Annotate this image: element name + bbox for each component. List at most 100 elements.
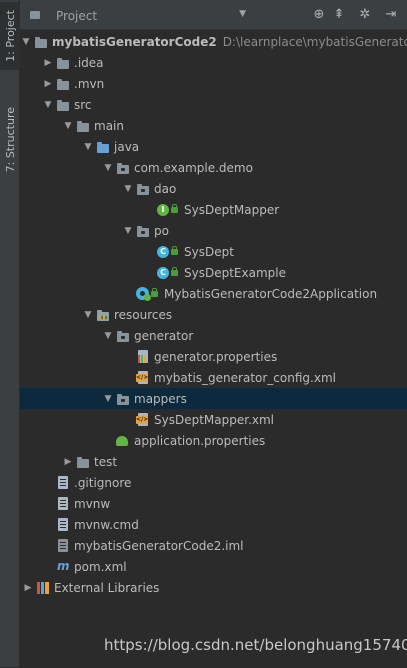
tree-row-label: main xyxy=(94,118,124,133)
tree-row[interactable]: ▼ mybatisGeneratorCode2 D:\learnplace\myba… xyxy=(20,31,407,52)
tree-row-label: SysDeptMapper.xml xyxy=(154,412,275,427)
tree-row-label: resources xyxy=(114,307,173,322)
tree-row-label: java xyxy=(114,139,140,154)
folder-icon xyxy=(56,56,70,70)
xml-file-icon: </> xyxy=(136,412,150,427)
libraries-icon xyxy=(36,581,50,595)
module-path: D:\learnplace\mybatisGenerator xyxy=(222,34,407,49)
collapse-arrow-icon[interactable]: ▶ xyxy=(42,58,54,68)
tree-row-label: src xyxy=(74,97,92,112)
project-view-label: Project xyxy=(56,9,98,23)
expand-arrow-icon[interactable]: ▼ xyxy=(82,142,94,152)
tab-structure-label: 7: Structure xyxy=(3,107,17,173)
tree-row-label: MybatisGeneratorCode2Application xyxy=(164,286,378,301)
tree-row-label: .gitignore xyxy=(74,475,132,490)
tree-row-label: .mvn xyxy=(74,76,105,91)
tab-structure[interactable]: 7: Structure xyxy=(0,100,20,180)
spring-app-icon xyxy=(136,286,160,301)
resources-folder-icon xyxy=(96,308,110,322)
tree-row[interactable]: ▼ src xyxy=(20,94,407,115)
tab-project[interactable]: 1: Project xyxy=(0,2,20,70)
expand-arrow-icon[interactable]: ▼ xyxy=(122,184,134,194)
tree-row[interactable]: ▼ dao xyxy=(20,178,407,199)
tree-row[interactable]: application.properties xyxy=(20,430,407,451)
text-file-icon xyxy=(56,475,70,490)
project-icon xyxy=(30,11,40,19)
tree-row-label: application.properties xyxy=(134,433,266,448)
folder-icon xyxy=(56,77,70,91)
tree-row-label: mvnw.cmd xyxy=(74,517,139,532)
project-tree: ▼ mybatisGeneratorCode2 D:\learnplace\myba… xyxy=(20,31,407,668)
tree-row[interactable]: .gitignore xyxy=(20,472,407,493)
expand-arrow-icon[interactable]: ▼ xyxy=(42,100,54,110)
collapse-arrow-icon[interactable]: ▶ xyxy=(62,457,74,467)
package-icon xyxy=(136,224,150,238)
spring-properties-icon xyxy=(116,434,130,448)
expand-arrow-icon[interactable]: ▼ xyxy=(62,121,74,131)
tree-row[interactable]: ▼ java xyxy=(20,136,407,157)
tree-row-label: External Libraries xyxy=(54,580,160,595)
tree-row-label: dao xyxy=(154,181,177,196)
tree-row[interactable]: C SysDeptExample xyxy=(20,262,407,283)
tree-row-label: mvnw xyxy=(74,496,111,511)
xml-file-icon: </> xyxy=(136,370,150,385)
locate-icon[interactable]: ⊕ xyxy=(310,6,328,24)
interface-icon: I xyxy=(156,203,180,217)
tree-row-label: pom.xml xyxy=(74,559,127,574)
tree-row[interactable]: ▼ po xyxy=(20,220,407,241)
tree-row-label: SysDeptMapper xyxy=(184,202,280,217)
folder-icon xyxy=(76,119,90,133)
tree-row[interactable]: ▼ main xyxy=(20,115,407,136)
tree-row-label: mybatis_generator_config.xml xyxy=(154,370,336,385)
tree-row-label: mybatisGeneratorCode2 xyxy=(52,34,217,49)
tree-row[interactable]: ▶ External Libraries xyxy=(20,577,407,598)
tree-row[interactable]: ▶ test xyxy=(20,451,407,472)
expand-arrow-icon[interactable]: ▼ xyxy=(82,310,94,320)
tree-row[interactable]: ▼ resources xyxy=(20,304,407,325)
expand-arrow-icon[interactable]: ▼ xyxy=(102,331,114,341)
class-icon: C xyxy=(156,245,180,259)
iml-file-icon xyxy=(56,538,70,553)
tool-window-strip: 1: Project 7: Structure xyxy=(0,0,20,667)
hide-icon[interactable]: ⇥ xyxy=(382,6,400,24)
package-icon xyxy=(116,161,130,175)
project-view-selector[interactable]: Project ▼ xyxy=(28,7,250,24)
tree-row[interactable]: ▼ com.example.demo xyxy=(20,157,407,178)
class-icon: C xyxy=(156,266,180,280)
tree-row[interactable]: m pom.xml xyxy=(20,556,407,577)
tree-row[interactable]: ▶ .mvn xyxy=(20,73,407,94)
tree-row[interactable]: ▼ generator xyxy=(20,325,407,346)
project-header: Project ▼ ⊕ ⇞ ✲ ⇥ xyxy=(20,0,407,30)
settings-icon[interactable]: ✲ xyxy=(356,6,374,24)
package-icon xyxy=(136,182,150,196)
tree-row-label: generator.properties xyxy=(154,349,278,364)
tree-row[interactable]: MybatisGeneratorCode2Application xyxy=(20,283,407,304)
tree-row[interactable]: </> mybatis_generator_config.xml xyxy=(20,367,407,388)
folder-icon xyxy=(56,98,70,112)
tree-row-label: po xyxy=(154,223,169,238)
tree-row-label: mybatisGeneratorCode2.iml xyxy=(74,538,244,553)
collapse-icon[interactable]: ⇞ xyxy=(330,6,348,24)
watermark: https://blog.csdn.net/belonghuang157405 xyxy=(104,636,407,654)
expand-arrow-icon[interactable]: ▼ xyxy=(102,394,114,404)
folder-icon xyxy=(76,455,90,469)
tree-row-label: com.example.demo xyxy=(134,160,253,175)
collapse-arrow-icon[interactable]: ▶ xyxy=(42,79,54,89)
tree-row-label: test xyxy=(94,454,118,469)
collapse-arrow-icon[interactable]: ▶ xyxy=(22,583,34,593)
module-folder-icon xyxy=(34,35,48,49)
expand-arrow-icon[interactable]: ▼ xyxy=(102,163,114,173)
tree-row[interactable]: mvnw.cmd xyxy=(20,514,407,535)
tree-row[interactable]: </> SysDeptMapper.xml xyxy=(20,409,407,430)
tree-row[interactable]: mybatisGeneratorCode2.iml xyxy=(20,535,407,556)
expand-arrow-icon[interactable]: ▼ xyxy=(122,226,134,236)
tree-row[interactable]: generator.properties xyxy=(20,346,407,367)
tree-row[interactable]: I SysDeptMapper xyxy=(20,199,407,220)
tree-row-label: .idea xyxy=(74,55,104,70)
tree-row[interactable]: ▶ .idea xyxy=(20,52,407,73)
expand-arrow-icon[interactable]: ▼ xyxy=(20,37,32,47)
tree-row[interactable]: mvnw xyxy=(20,493,407,514)
source-folder-icon xyxy=(96,140,110,154)
tree-row[interactable]: ▼ mappers xyxy=(20,388,407,409)
tree-row[interactable]: C SysDept xyxy=(20,241,407,262)
